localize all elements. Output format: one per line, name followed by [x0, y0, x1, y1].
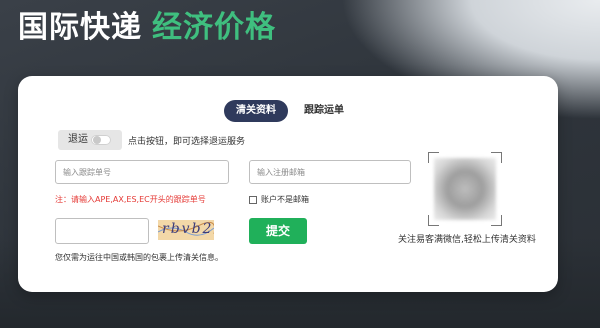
qr-caption: 关注易客满微信,轻松上传清关资料 [398, 235, 536, 245]
account-not-email-label: 账户不是邮箱 [261, 195, 309, 204]
return-service-row: 退运 点击按钮，即可选择退运服务 [58, 130, 245, 150]
registered-email-input[interactable] [249, 160, 411, 184]
captcha-image[interactable]: rbvb2 [158, 220, 214, 240]
tab-customs-docs[interactable]: 清关资料 [224, 100, 288, 122]
wechat-qr-frame [428, 152, 502, 226]
captcha-input[interactable] [55, 218, 149, 244]
return-toggle-hint: 点击按钮，即可选择退运服务 [128, 136, 246, 147]
form-card: 清关资料 跟踪运单 退运 点击按钮，即可选择退运服务 注：请输入APE,AX,E… [18, 76, 558, 292]
tab-track-shipment[interactable]: 跟踪运单 [292, 100, 356, 122]
account-not-email-checkbox[interactable] [249, 195, 257, 204]
hero-title-green: 经济价格 [152, 10, 276, 45]
tracking-number-warning: 注：请输入APE,AX,ES,EC开头的跟踪单号 [55, 195, 206, 204]
submit-button[interactable]: 提交 [249, 218, 307, 244]
captcha-text: rbvb2 [162, 221, 214, 237]
hero-title: 国际快递 经济价格 [18, 10, 276, 46]
return-toggle[interactable]: 退运 [58, 130, 122, 150]
return-toggle-label: 退运 [68, 134, 88, 145]
wechat-qr-code [434, 158, 496, 220]
upload-note: 您仅需为运往中国或韩国的包裹上传清关信息。 [55, 253, 223, 262]
toggle-knob [93, 136, 101, 144]
hero-title-white: 国际快递 [18, 10, 142, 45]
tracking-number-input[interactable] [55, 160, 229, 184]
tab-bar: 清关资料 跟踪运单 [224, 100, 356, 122]
account-not-email-row: 账户不是邮箱 [249, 194, 309, 205]
